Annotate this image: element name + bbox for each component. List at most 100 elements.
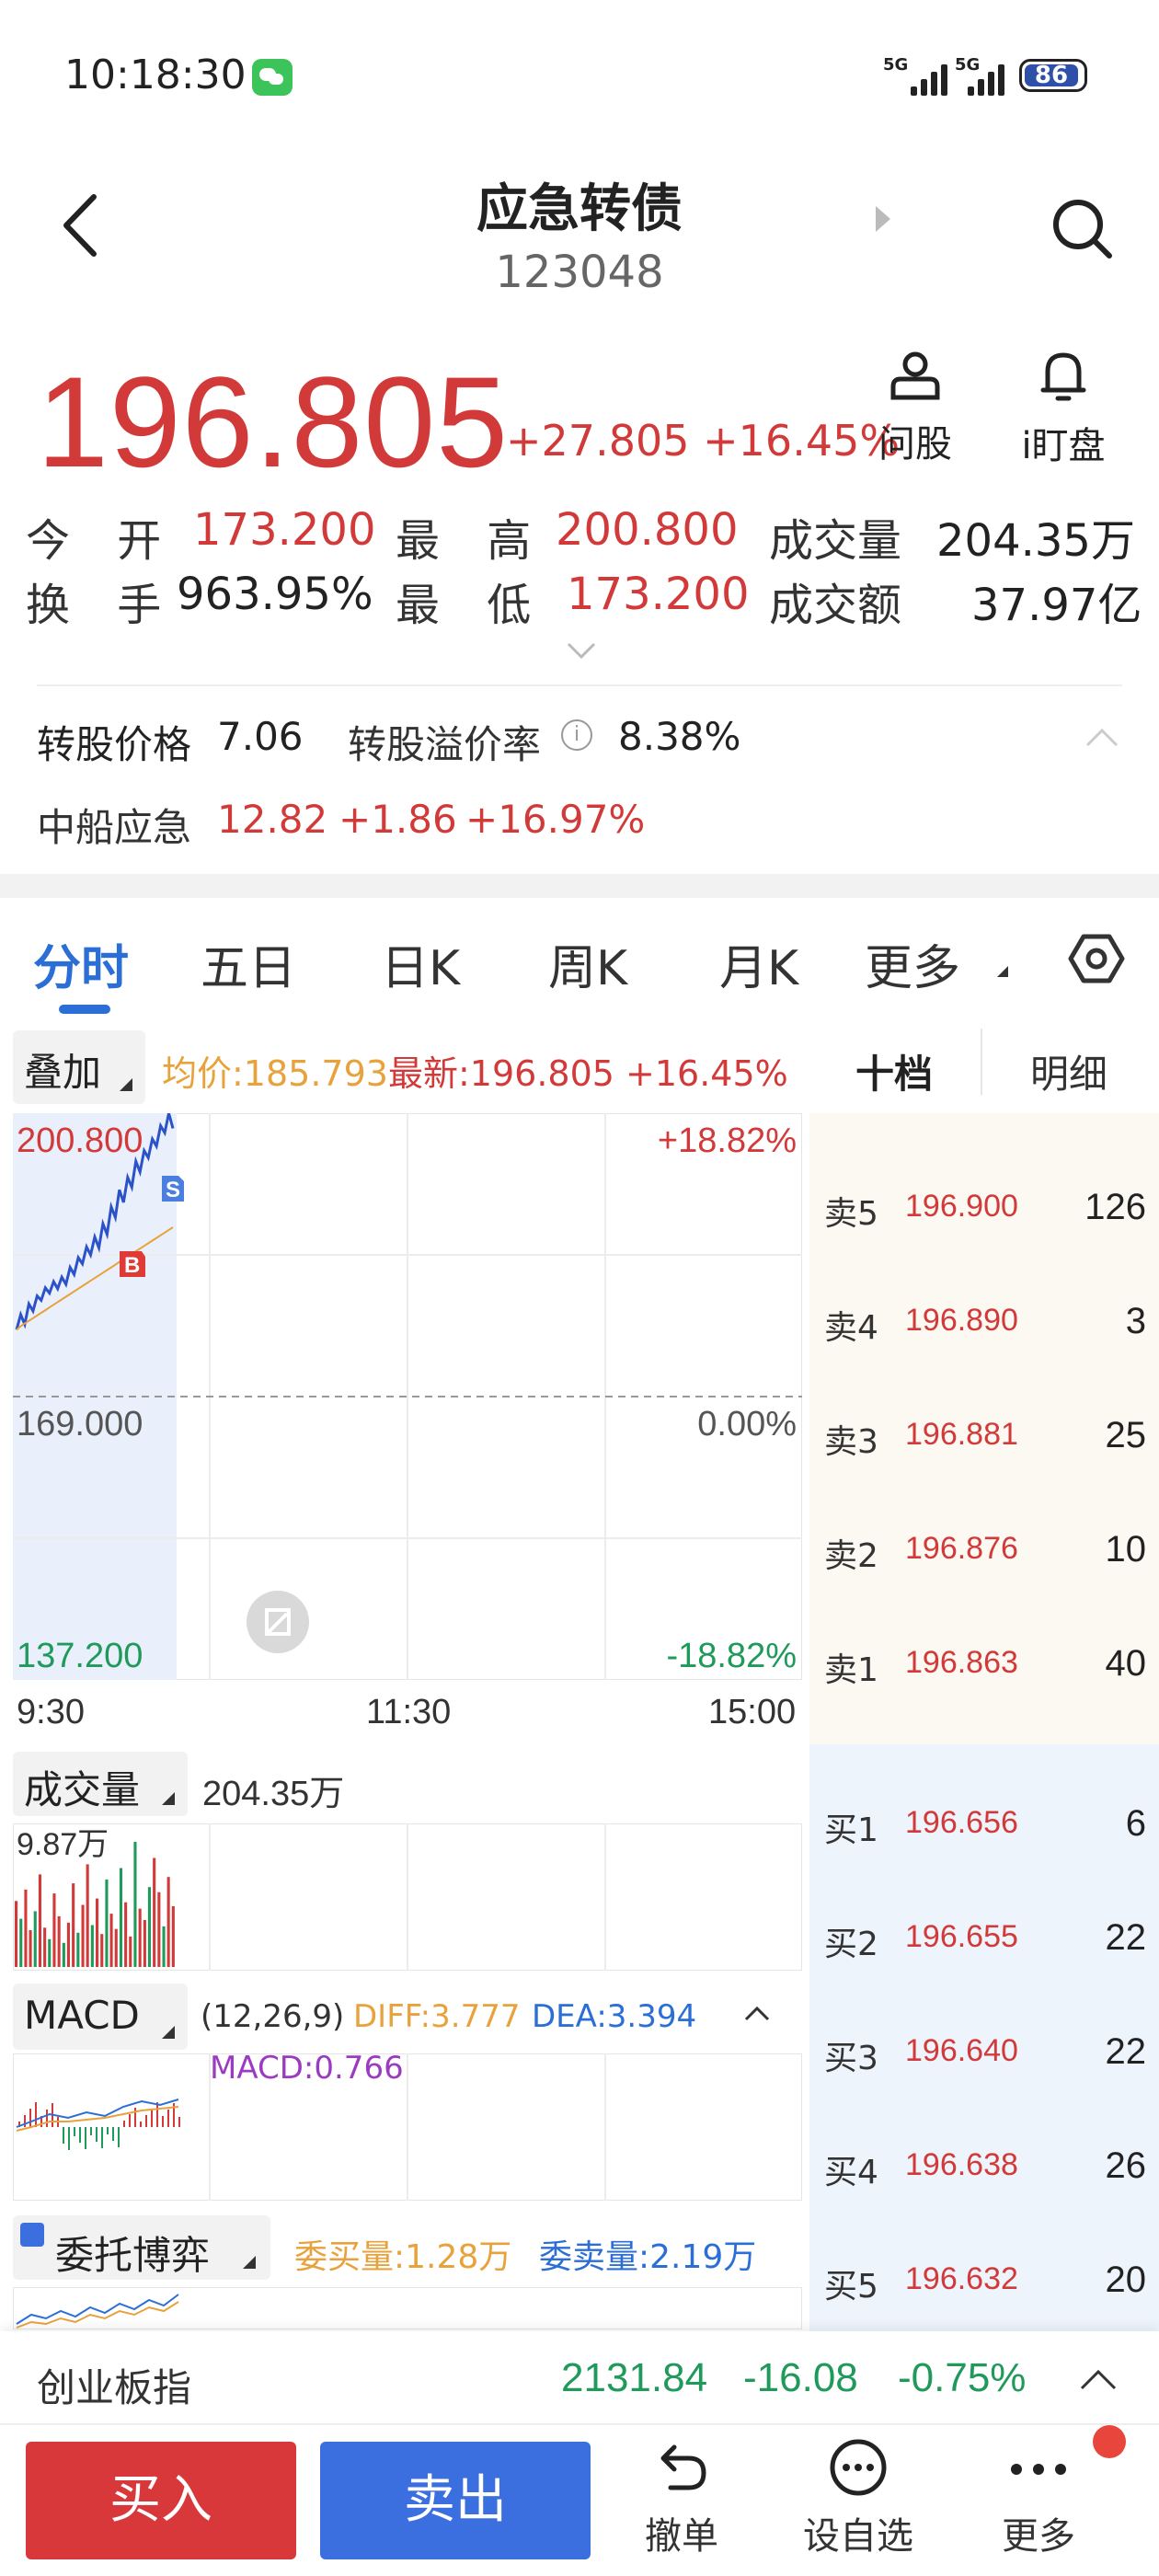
buy-level-volume: 6: [1125, 1803, 1146, 1844]
volume-bar: [33, 1911, 37, 1967]
tab-monthly-k[interactable]: 月K: [719, 929, 798, 998]
tab-five-day[interactable]: 五日: [201, 929, 296, 998]
overlay-button[interactable]: 叠加: [13, 1030, 145, 1104]
macd-bar: [24, 2115, 26, 2127]
index-name: 创业板指: [37, 2365, 192, 2410]
search-icon[interactable]: [1049, 195, 1115, 261]
y-mid-label: 169.000: [17, 1405, 143, 1443]
network-label-1: 5G: [883, 55, 909, 75]
buy-level-4[interactable]: 买4 196.638 26: [824, 2136, 1146, 2191]
volume-chart[interactable]: 9.87万: [13, 1823, 802, 1971]
macd-bar: [35, 2102, 37, 2127]
turnover-value: 963.95%: [177, 569, 373, 620]
chat-dots-icon: [830, 2439, 887, 2496]
index-change: -16.08: [743, 2355, 858, 2400]
macd-bar: [145, 2115, 147, 2127]
volume-bar: [114, 1928, 118, 1967]
bond-code: 123048: [495, 247, 664, 298]
macd-bar: [85, 2127, 86, 2149]
macd-bar: [156, 2102, 158, 2127]
dropdown-corner-icon: [162, 2026, 175, 2039]
buy-marker[interactable]: B: [120, 1251, 145, 1278]
volume-bar: [57, 1915, 61, 1967]
info-icon[interactable]: i: [561, 719, 592, 751]
sell-level-volume: 40: [1105, 1643, 1147, 1684]
time-label-end: 15:00: [708, 1693, 797, 1731]
volume-bar: [19, 1918, 23, 1967]
open-value: 173.200: [193, 504, 376, 556]
sell-marker[interactable]: S: [162, 1176, 184, 1202]
watch-label: i盯盘: [1021, 425, 1106, 467]
stock-name[interactable]: 中船应急: [37, 797, 191, 853]
chevron-up-icon[interactable]: [1084, 727, 1120, 749]
buy-level-1[interactable]: 买1 196.656 6: [824, 1794, 1146, 1849]
volume-bar: [153, 1857, 156, 1967]
macd-indicator-button[interactable]: MACD: [13, 1984, 188, 2050]
sell-level-1[interactable]: 卖5 196.900 126: [824, 1178, 1146, 1233]
sell-level-3[interactable]: 卖3 196.881 25: [824, 1406, 1146, 1461]
macd-bar: [140, 2122, 142, 2127]
sell-level-5[interactable]: 卖1 196.863 40: [824, 1634, 1146, 1689]
macd-bar: [90, 2127, 92, 2135]
turnover-label: 换 手: [26, 580, 178, 631]
volume-bar: [66, 1922, 70, 1967]
volume-bar: [48, 1938, 52, 1967]
volume-bar: [43, 1927, 47, 1967]
cancel-order-button[interactable]: 撤单: [622, 2438, 741, 2559]
order-game-button[interactable]: 委托博弈: [13, 2215, 270, 2280]
macd-value: MACD:0.766: [210, 2050, 404, 2087]
dropdown-corner-icon: [120, 1078, 132, 1091]
watch-button[interactable]: i盯盘: [1008, 350, 1119, 469]
more-button[interactable]: 更多: [979, 2438, 1098, 2559]
tab-more[interactable]: 更多: [865, 929, 960, 998]
signal-bars-2-icon: [968, 64, 1010, 96]
more-caret-icon: [997, 966, 1008, 977]
time-label-start: 9:30: [17, 1693, 85, 1731]
wechat-icon: [252, 59, 293, 96]
volume-bar: [162, 1926, 166, 1967]
chevron-down-icon[interactable]: [565, 640, 598, 661]
sell-level-4[interactable]: 卖2 196.876 10: [824, 1520, 1146, 1575]
macd-bar: [162, 2116, 164, 2127]
ask-stock-button[interactable]: 问股: [874, 350, 957, 467]
buy-level-3[interactable]: 买3 196.640 22: [824, 2022, 1146, 2077]
macd-bar: [129, 2114, 131, 2127]
stock-change: +1.86: [339, 797, 457, 842]
pct-bottom-label: -18.82%: [666, 1637, 797, 1675]
low-label: 最 低: [396, 580, 548, 631]
chevron-up-icon[interactable]: [1078, 2368, 1119, 2392]
macd-bar: [178, 2117, 180, 2127]
tab-intraday[interactable]: 分时: [33, 929, 129, 998]
next-arrow-icon[interactable]: [876, 206, 890, 232]
volume-bar: [129, 1936, 132, 1967]
settings-icon[interactable]: [1067, 929, 1126, 988]
macd-bar: [118, 2127, 120, 2147]
tab-weekly-k[interactable]: 周K: [548, 929, 627, 998]
macd-chart[interactable]: [13, 2053, 802, 2201]
add-watchlist-button[interactable]: 设自选: [798, 2438, 918, 2559]
sell-level-label: 卖2: [824, 1537, 878, 1575]
buy-level-volume: 20: [1105, 2260, 1147, 2300]
macd-bar: [101, 2127, 103, 2148]
buy-level-5[interactable]: 买5 196.632 20: [824, 2250, 1146, 2306]
order-game-chart[interactable]: [13, 2287, 802, 2329]
buy-level-2[interactable]: 买2 196.655 22: [824, 1908, 1146, 1963]
tab-daily-k[interactable]: 日K: [381, 929, 460, 998]
divider: [37, 684, 1122, 686]
volume-indicator-button[interactable]: 成交量: [13, 1752, 188, 1816]
section-gap: [0, 874, 1159, 898]
sell-button[interactable]: 卖出: [320, 2442, 591, 2559]
sell-level-price: 196.881: [905, 1417, 1018, 1452]
tab-details[interactable]: 明细: [1030, 1043, 1107, 1099]
order-game-label: 委托博弈: [55, 2233, 211, 2278]
intraday-chart[interactable]: S B 200.800 169.000 137.200 +18.82% 0.00…: [13, 1113, 802, 1680]
buy-level-price: 196.655: [905, 1919, 1018, 1954]
more-label: 更多: [1002, 2515, 1075, 2558]
sell-level-2[interactable]: 卖4 196.890 3: [824, 1292, 1146, 1347]
buy-button[interactable]: 买入: [26, 2442, 296, 2559]
tab-ten-levels[interactable]: 十档: [855, 1043, 933, 1099]
order-sell-volume: 委卖量:2.19万: [539, 2238, 757, 2276]
volume-bar: [15, 1901, 18, 1967]
chevron-up-icon[interactable]: [743, 2006, 771, 2022]
pen-tool-icon[interactable]: [247, 1591, 309, 1653]
